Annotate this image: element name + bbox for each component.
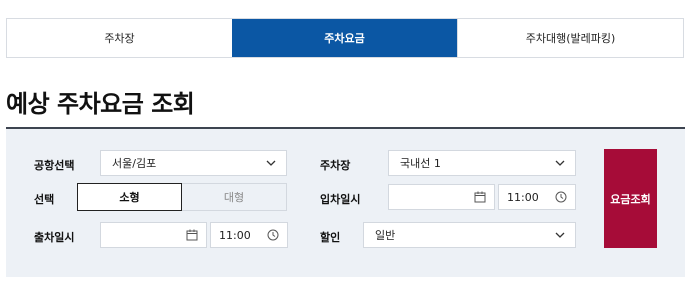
airport-select-value: 서울/김포 xyxy=(112,157,157,170)
vehicle-type-small-label: 소형 xyxy=(119,191,140,204)
discount-select-value: 일반 xyxy=(375,229,396,242)
parking-lot-select-value: 국내선 1 xyxy=(400,157,441,170)
airport-label: 공항선택 xyxy=(34,159,75,172)
chevron-down-icon xyxy=(266,160,276,166)
tab-parking-fee-label: 주차요금 xyxy=(324,32,365,45)
exit-time-input[interactable]: 11:00 xyxy=(210,222,288,248)
tab-valet-parking-label: 주차대행(발레파킹) xyxy=(525,32,616,45)
calendar-icon xyxy=(186,229,198,241)
entry-date-input[interactable] xyxy=(388,184,495,210)
tab-bar: 주차장 주차요금 주차대행(발레파킹) xyxy=(6,18,684,58)
calendar-icon xyxy=(474,191,486,203)
vehicle-type-toggle: 소형 대형 xyxy=(77,183,287,211)
chevron-down-icon xyxy=(555,232,565,238)
vehicle-type-large[interactable]: 대형 xyxy=(182,183,287,211)
page-title: 예상 주차요금 조회 xyxy=(6,90,195,118)
clock-icon xyxy=(555,191,567,203)
discount-select[interactable]: 일반 xyxy=(363,222,576,248)
exit-date-input[interactable] xyxy=(100,222,207,248)
clock-icon xyxy=(267,229,279,241)
entry-time-value: 11:00 xyxy=(507,190,539,204)
tab-valet-parking[interactable]: 주차대행(발레파킹) xyxy=(457,19,683,57)
tab-parking-fee[interactable]: 주차요금 xyxy=(232,19,457,57)
exit-time-value: 11:00 xyxy=(219,228,251,242)
exit-datetime-label: 출차일시 xyxy=(34,231,75,244)
vehicle-type-small[interactable]: 소형 xyxy=(77,183,182,211)
airport-select[interactable]: 서울/김포 xyxy=(100,150,287,176)
entry-time-input[interactable]: 11:00 xyxy=(498,184,576,210)
discount-label: 할인 xyxy=(320,231,341,244)
vehicle-type-label: 선택 xyxy=(34,193,55,206)
fee-search-button[interactable]: 요금조회 xyxy=(604,149,657,248)
fee-search-button-label: 요금조회 xyxy=(610,192,651,206)
entry-datetime-label: 입차일시 xyxy=(320,193,361,206)
vehicle-type-large-label: 대형 xyxy=(223,191,245,204)
parking-lot-label: 주차장 xyxy=(320,159,351,172)
tab-parking[interactable]: 주차장 xyxy=(7,19,232,57)
chevron-down-icon xyxy=(555,160,565,166)
parking-lot-select[interactable]: 국내선 1 xyxy=(388,150,576,176)
tab-parking-label: 주차장 xyxy=(104,32,135,45)
